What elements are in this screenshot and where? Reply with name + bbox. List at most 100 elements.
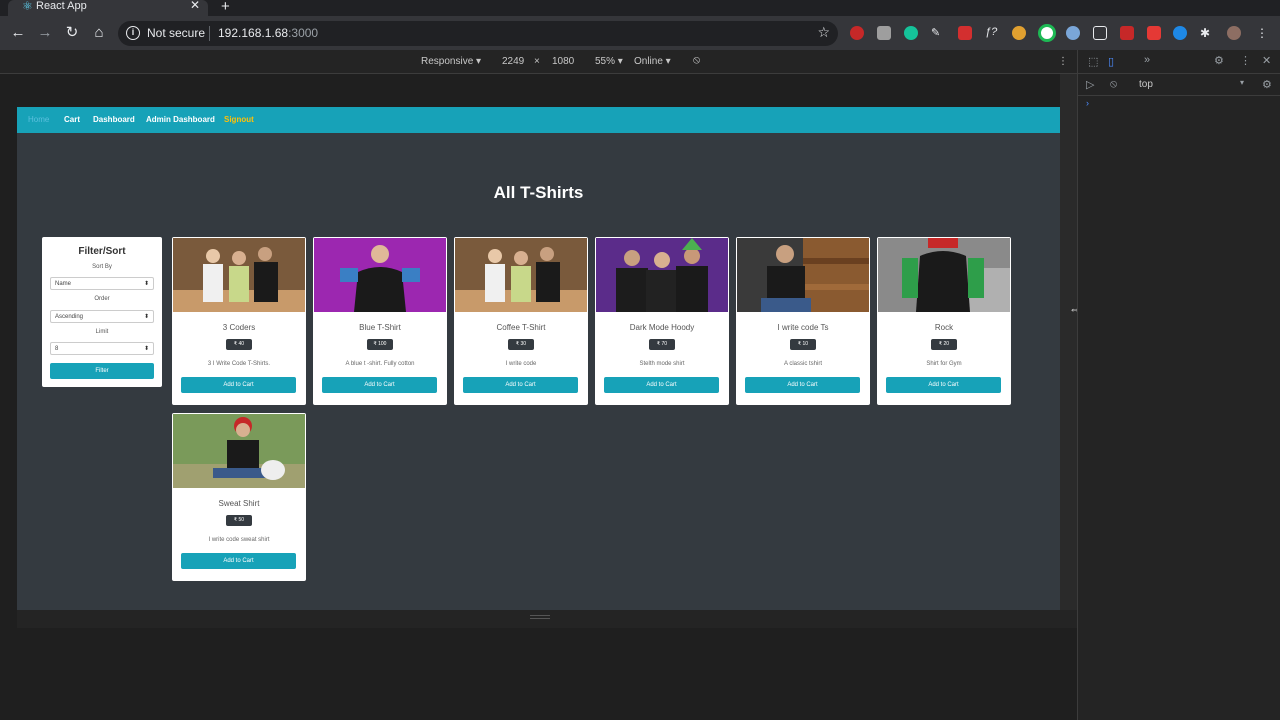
resize-handle-icon[interactable] (530, 615, 550, 619)
filter-title: Filter/Sort (78, 246, 126, 257)
navbar: Home Cart Dashboard Admin Dashboard Sign… (17, 107, 1060, 133)
filter-button[interactable]: Filter (50, 363, 154, 379)
nav-signout[interactable]: Signout (224, 115, 254, 124)
function-icon[interactable]: ƒ? (985, 26, 999, 40)
device-more-icon[interactable]: ⋮ (1058, 56, 1068, 67)
avatar[interactable] (1227, 26, 1241, 40)
tab-strip: ⚛ React App ✕ + (0, 0, 1280, 16)
select-caret-icon: ⬍ (143, 281, 149, 287)
filter-card: Filter/Sort Sort By Name ⬍ Order Ascendin… (42, 237, 162, 387)
select-caret-icon: ⬍ (143, 314, 149, 320)
address-bar[interactable]: i Not secure 192.168.1.68:3000 ☆ (118, 21, 838, 46)
reload-icon[interactable]: ↻ (63, 24, 81, 42)
viewport-resize-track[interactable] (1060, 74, 1077, 628)
nav-cart[interactable]: Cart (64, 115, 80, 124)
add-to-cart-button[interactable]: Add to Cart (322, 377, 437, 393)
browser-toolbar: ← → ↻ ⌂ i Not secure 192.168.1.68:3000 ☆… (0, 16, 1280, 50)
account-extension-icon[interactable] (1173, 26, 1187, 40)
product-image (878, 238, 1010, 312)
product-description: I write code (505, 361, 537, 367)
product-description: A classic tshirt (783, 361, 822, 367)
console-prompt[interactable]: › (1086, 98, 1089, 108)
pen-icon[interactable]: ✎ (931, 26, 945, 40)
puzzle-icon[interactable]: ✱ (1200, 26, 1214, 40)
sidebar-toggle-icon[interactable]: ▷ (1086, 78, 1094, 91)
close-tab-icon[interactable]: ✕ (190, 0, 200, 11)
info-icon[interactable]: i (126, 26, 140, 40)
add-to-cart-button[interactable]: Add to Cart (463, 377, 578, 393)
product-image (173, 238, 305, 312)
product-card: Rock ₹ 20 Shirt for Gym Add to Cart (877, 237, 1011, 405)
product-name: I write code Ts (777, 323, 829, 332)
order-select[interactable]: Ascending ⬍ (50, 310, 154, 323)
menu-kebab-icon[interactable]: ⋮ (1256, 26, 1270, 40)
omnibox-divider (209, 26, 210, 41)
limit-label: Limit (95, 329, 109, 335)
sort-select[interactable]: Name ⬍ (50, 277, 154, 290)
limit-select[interactable]: 8 ⬍ (50, 342, 154, 355)
device-toggle-icon[interactable]: ▯ (1108, 55, 1114, 68)
add-to-cart-button[interactable]: Add to Cart (181, 553, 296, 569)
settings-icon[interactable]: ⚙ (1214, 54, 1224, 67)
product-image (314, 238, 446, 312)
devtools-tabs: ⬚ ▯ » ⚙ ⋮ ✕ (1078, 50, 1280, 74)
price-badge: ₹ 10 (790, 339, 816, 350)
console-settings-icon[interactable]: ⚙ (1262, 78, 1272, 91)
devtools-menu-icon[interactable]: ⋮ (1240, 54, 1251, 67)
product-card: Sweat Shirt ₹ 50 I write code sweat shir… (172, 413, 306, 581)
context-dropdown-icon[interactable]: ▾ (1240, 78, 1244, 87)
console-toolbar: ▷ ⦸ top ▾ ⚙ (1078, 74, 1280, 96)
product-description: Stelth mode shirt (639, 361, 685, 367)
cookie-icon[interactable] (1012, 26, 1026, 40)
more-tabs-icon[interactable]: » (1144, 54, 1150, 66)
product-card: 3 Coders ₹ 40 3 I Write Code T-Shirts. A… (172, 237, 306, 405)
add-to-cart-button[interactable]: Add to Cart (181, 377, 296, 393)
context-selector[interactable]: top (1139, 79, 1153, 90)
bookmark-star-icon[interactable]: ☆ (817, 24, 830, 41)
url-text: 192.168.1.68:3000 (218, 26, 319, 40)
forward-arrow-icon[interactable]: → (36, 24, 54, 42)
profile-extension-icon[interactable] (1038, 24, 1056, 42)
lastpass-icon[interactable] (1120, 26, 1134, 40)
shield-icon[interactable] (958, 26, 972, 40)
dimension-separator: × (534, 56, 540, 67)
inspect-element-icon[interactable]: ⬚ (1088, 55, 1098, 68)
home-icon[interactable]: ⌂ (90, 24, 108, 42)
select-caret-icon: ⬍ (143, 346, 149, 352)
nav-dashboard[interactable]: Dashboard (93, 115, 135, 124)
viewport-bottom-bar (17, 610, 1077, 628)
width-input[interactable]: 2249 (502, 56, 524, 67)
nav-home[interactable]: Home (28, 115, 49, 124)
product-image (173, 414, 305, 488)
price-badge: ₹ 50 (226, 515, 252, 526)
product-image (737, 238, 869, 312)
product-card: Coffee T-Shirt ₹ 30 I write code Add to … (454, 237, 588, 405)
pocket-icon[interactable] (1093, 26, 1107, 40)
close-devtools-icon[interactable]: ✕ (1262, 54, 1271, 67)
add-to-cart-button[interactable]: Add to Cart (745, 377, 860, 393)
zoom-select[interactable]: 55% ▾ (595, 56, 623, 67)
product-description: 3 I Write Code T-Shirts. (207, 361, 271, 367)
grammarly-icon[interactable] (904, 26, 918, 40)
nav-admin-dashboard[interactable]: Admin Dashboard (146, 115, 215, 124)
add-to-cart-button[interactable]: Add to Cart (886, 377, 1001, 393)
product-description: Shirt for Gym (926, 361, 962, 367)
back-arrow-icon[interactable]: ← (9, 24, 27, 42)
product-image (596, 238, 728, 312)
add-to-cart-button[interactable]: Add to Cart (604, 377, 719, 393)
product-name: Coffee T-Shirt (496, 323, 546, 332)
extension-icon[interactable] (877, 26, 891, 40)
new-tab-icon[interactable]: + (221, 0, 230, 15)
browser-tab[interactable]: ⚛ React App ✕ (8, 0, 208, 16)
height-input[interactable]: 1080 (552, 56, 574, 67)
ublock-icon[interactable] (850, 26, 864, 40)
clipper-icon[interactable] (1147, 26, 1161, 40)
clear-console-icon[interactable]: ⦸ (1110, 78, 1117, 91)
rotate-icon[interactable]: ⦸ (693, 54, 700, 67)
device-mode-select[interactable]: Responsive ▾ (421, 56, 481, 67)
product-card: Dark Mode Hoody ₹ 70 Stelth mode shirt A… (595, 237, 729, 405)
globe-icon[interactable] (1066, 26, 1080, 40)
product-description: I write code sweat shirt (208, 537, 270, 543)
throttling-select[interactable]: Online ▾ (634, 56, 671, 67)
product-card: Blue T-Shirt ₹ 100 A blue t -shirt. Full… (313, 237, 447, 405)
